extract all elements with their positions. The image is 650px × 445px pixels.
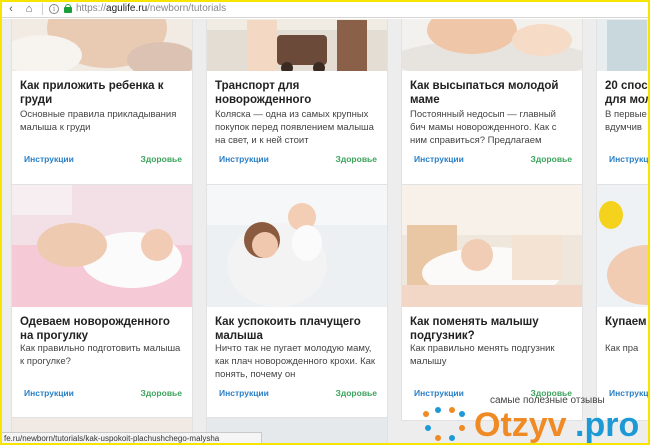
article-card[interactable]: Как приложить ребенка к груди Основные п…	[11, 19, 193, 192]
tag-link[interactable]: Здоровье	[336, 154, 377, 164]
article-title[interactable]: Как успокоить плачущего малыша	[215, 315, 379, 343]
article-card[interactable]: Как высыпаться молодой маме Постоянный н…	[401, 19, 583, 192]
article-image	[12, 19, 192, 78]
article-card[interactable]: Купаем Как пра Инструкц	[596, 184, 650, 421]
article-title[interactable]: 20 спос для мол	[605, 79, 650, 107]
category-link[interactable]: Инструкции	[24, 154, 74, 164]
category-link[interactable]: Инструкц	[609, 388, 648, 398]
tag-link[interactable]: Здоровье	[141, 388, 182, 398]
article-description: Основные правила прикладывания малыша к …	[20, 109, 177, 133]
watermark-logo: Otzyv .pro	[416, 398, 650, 445]
url-field[interactable]: https://agulife.ru/newborn/tutorials	[76, 3, 226, 14]
article-description: Коляска — одна из самых крупных покупок …	[215, 109, 374, 146]
article-image	[402, 19, 582, 80]
info-icon[interactable]: i	[49, 3, 59, 14]
article-card[interactable]: Как успокоить плачущего малыша Ничто так…	[206, 184, 388, 421]
article-card[interactable]: 20 спос для мол В первые вдумчив Инструк…	[596, 19, 650, 192]
category-link[interactable]: Инструкции	[219, 388, 269, 398]
article-description: В первые вдумчив	[605, 109, 647, 133]
status-bar-url: fe.ru/newborn/tutorials/kak-uspokoit-pla…	[0, 432, 262, 445]
logo-mark-icon	[423, 407, 465, 441]
article-description: Ничто так не пугает молодую маму, как пл…	[215, 343, 376, 380]
tutorials-grid: Как приложить ребенка к груди Основные п…	[0, 19, 650, 445]
article-image	[207, 19, 387, 74]
article-image	[12, 185, 192, 307]
article-title[interactable]: Транспорт для новорожденного	[215, 79, 379, 107]
svg-text:.pro: .pro	[575, 406, 639, 444]
category-link[interactable]: Инструкции	[414, 154, 464, 164]
category-link[interactable]: Инструкции	[414, 388, 464, 398]
article-image	[207, 185, 387, 307]
article-title[interactable]: Купаем	[605, 315, 650, 329]
article-title[interactable]: Как поменять малышу подгузник?	[410, 315, 574, 343]
article-image	[597, 19, 650, 71]
home-icon[interactable]: ⌂	[22, 2, 36, 16]
divider	[42, 2, 43, 15]
back-icon[interactable]: ‹	[4, 2, 18, 16]
article-image	[402, 185, 582, 307]
article-description: Как пра	[605, 343, 639, 354]
article-title[interactable]: Как приложить ребенка к груди	[20, 79, 184, 107]
category-link[interactable]: Инструкц	[609, 154, 648, 164]
lock-icon	[64, 4, 72, 13]
article-image	[597, 185, 650, 307]
article-description: Как правильно подготовить малыша к прогу…	[20, 343, 181, 367]
article-description: Постоянный недосып — главный бич мамы но…	[410, 109, 557, 146]
tag-link[interactable]: Здоровье	[141, 154, 182, 164]
article-card[interactable]: Транспорт для новорожденного Коляска — о…	[206, 19, 388, 192]
tag-link[interactable]: Здоровье	[531, 154, 572, 164]
svg-text:Otzyv: Otzyv	[474, 406, 567, 444]
article-title[interactable]: Как высыпаться молодой маме	[410, 79, 574, 107]
browser-address-bar: ‹ ⌂ i https://agulife.ru/newborn/tutoria…	[0, 0, 650, 18]
article-description: Как правильно менять подгузник малышу	[410, 343, 555, 367]
article-card[interactable]: Одеваем новорожденного на прогулку Как п…	[11, 184, 193, 421]
article-title[interactable]: Одеваем новорожденного на прогулку	[20, 315, 184, 343]
category-link[interactable]: Инструкции	[219, 154, 269, 164]
tag-link[interactable]: Здоровье	[336, 388, 377, 398]
article-card[interactable]: Как поменять малышу подгузник? Как прави…	[401, 184, 583, 421]
category-link[interactable]: Инструкции	[24, 388, 74, 398]
